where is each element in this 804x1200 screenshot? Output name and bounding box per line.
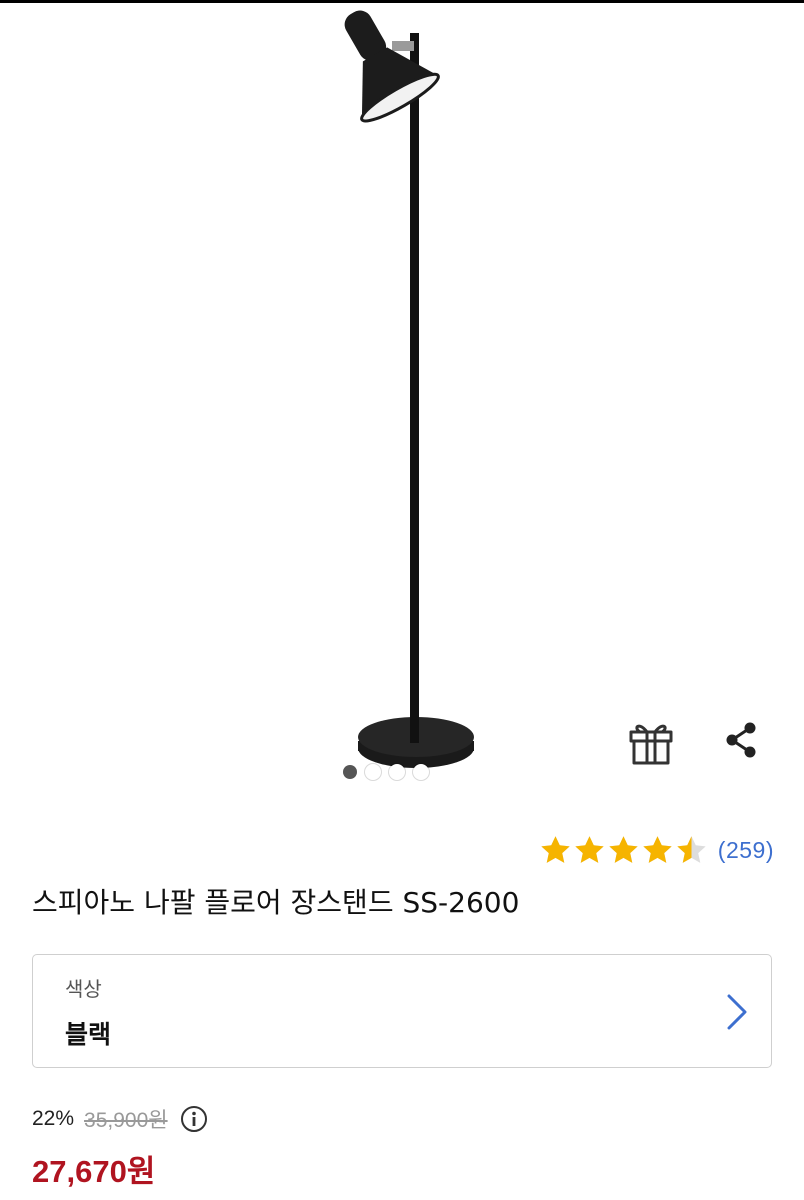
gift-button[interactable]: [624, 714, 678, 768]
discount-rate: 22%: [32, 1107, 75, 1130]
chevron-right-icon: [727, 994, 747, 1030]
star-half-icon: [677, 835, 706, 863]
option-label: 색상: [65, 977, 102, 1001]
info-circle-icon[interactable]: [180, 1105, 208, 1133]
carousel-dot[interactable]: [365, 764, 381, 780]
product-image[interactable]: [0, 3, 804, 803]
sale-price: 27,670원: [32, 1154, 156, 1189]
carousel-dot[interactable]: [343, 765, 357, 779]
price-row: 22% 35,900원: [32, 1102, 208, 1136]
gift-icon: [629, 724, 673, 765]
share-button[interactable]: [718, 716, 764, 764]
star-full-icon: [541, 835, 570, 863]
carousel-dot[interactable]: [413, 764, 429, 780]
option-value: 블랙: [65, 1020, 112, 1049]
image-carousel-dots: [343, 762, 429, 782]
star-full-icon: [643, 835, 672, 863]
product-title: 스피아노 나팔 플로어 장스탠드 SS-2600: [32, 886, 520, 919]
star-full-icon: [609, 835, 638, 863]
product-rating[interactable]: (259): [539, 828, 774, 872]
review-count[interactable]: (259): [718, 837, 774, 864]
share-icon: [726, 722, 756, 758]
rating-stars: [539, 834, 708, 867]
star-full-icon: [575, 835, 604, 863]
carousel-dot[interactable]: [389, 764, 405, 780]
floor-lamp-image: [344, 10, 474, 768]
original-price: 35,900원: [84, 1109, 168, 1132]
color-option-selector[interactable]: 색상 블랙: [32, 954, 772, 1068]
